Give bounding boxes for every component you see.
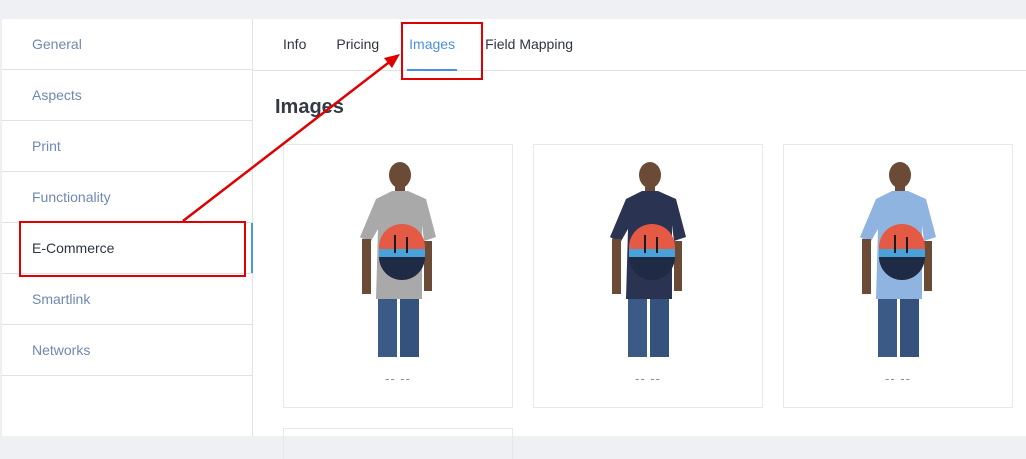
tab-info[interactable]: Info xyxy=(283,36,306,70)
sidebar-item-smartlink[interactable]: Smartlink xyxy=(2,274,252,325)
image-card[interactable] xyxy=(283,428,513,459)
image-card[interactable]: -- -- xyxy=(533,144,763,408)
product-image xyxy=(360,162,436,357)
sidebar-item-functionality[interactable]: Functionality xyxy=(2,172,252,223)
tab-bar: Info Pricing Images Field Mapping xyxy=(253,19,1026,71)
sidebar-item-general[interactable]: General xyxy=(2,19,252,70)
sidebar-item-label: E-Commerce xyxy=(32,240,115,256)
sidebar-item-print[interactable]: Print xyxy=(2,121,252,172)
sidebar-item-aspects[interactable]: Aspects xyxy=(2,70,252,121)
image-caption: -- -- xyxy=(635,371,661,386)
image-caption: -- -- xyxy=(885,371,911,386)
settings-sidebar: General Aspects Print Functionality E-Co… xyxy=(2,19,254,436)
sidebar-item-label: Smartlink xyxy=(32,291,91,307)
sidebar-item-e-commerce[interactable]: E-Commerce xyxy=(2,223,254,274)
image-card[interactable]: -- -- xyxy=(283,144,513,408)
sidebar-item-label: Networks xyxy=(32,342,91,358)
image-card[interactable]: -- -- xyxy=(783,144,1013,408)
sidebar-item-label: Print xyxy=(32,138,61,154)
sidebar-item-label: Aspects xyxy=(32,87,82,103)
sidebar-item-networks[interactable]: Networks xyxy=(2,325,252,376)
tab-pricing[interactable]: Pricing xyxy=(336,36,379,70)
main-panel: Info Pricing Images Field Mapping Images… xyxy=(253,19,1026,459)
product-image xyxy=(860,162,936,357)
section-title: Images xyxy=(275,96,344,118)
tab-field-mapping[interactable]: Field Mapping xyxy=(485,36,573,70)
sidebar-item-label: General xyxy=(32,36,82,52)
sidebar-item-label: Functionality xyxy=(32,189,111,205)
product-image xyxy=(610,162,686,357)
tab-images[interactable]: Images xyxy=(407,36,457,71)
image-caption: -- -- xyxy=(385,371,411,386)
